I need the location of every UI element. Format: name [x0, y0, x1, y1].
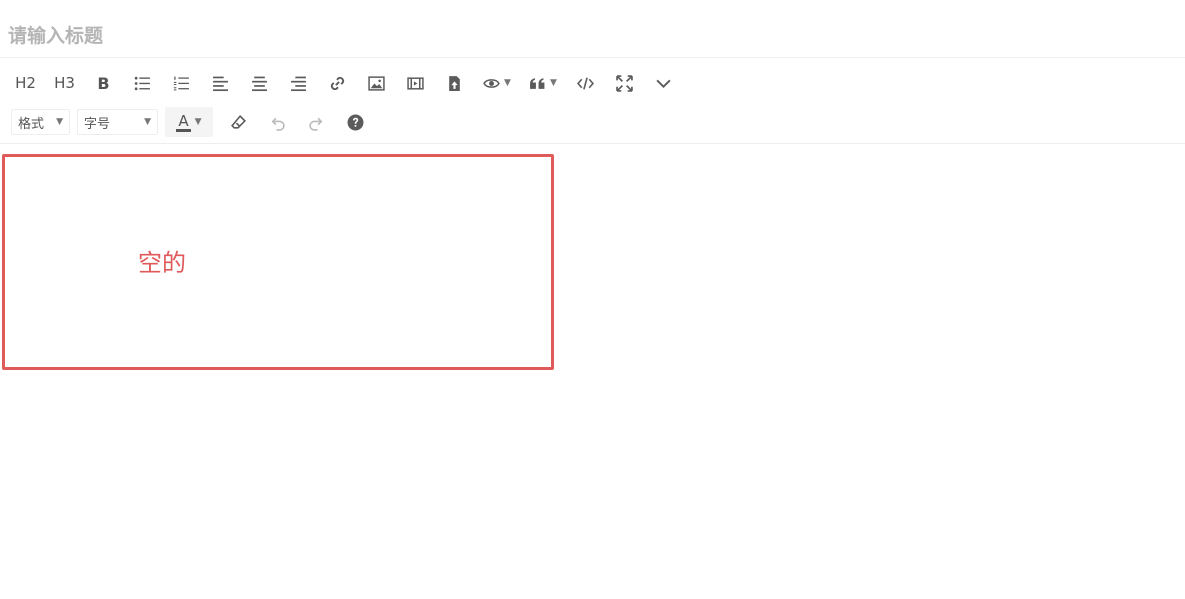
align-center-button[interactable] [240, 68, 279, 98]
fullscreen-icon [616, 74, 633, 92]
title-input[interactable] [8, 20, 708, 52]
eraser-icon [231, 114, 247, 129]
format-select[interactable]: 格式 ▼ [11, 109, 70, 135]
empty-annotation: 空的 [138, 249, 186, 277]
font-color-caret-icon: ▼ [194, 117, 202, 127]
bulleted-list-icon [134, 76, 150, 90]
video-button[interactable] [396, 68, 435, 98]
heading2-button[interactable]: H2 [6, 68, 45, 98]
quote-icon [530, 77, 545, 89]
align-right-icon [291, 76, 306, 91]
image-button[interactable] [357, 68, 396, 98]
align-right-button[interactable] [279, 68, 318, 98]
redo-button[interactable] [297, 107, 336, 137]
font-size-select-label: 字号 [84, 116, 111, 132]
preview-caret-icon: ▼ [504, 78, 511, 88]
help-button[interactable] [336, 107, 375, 137]
toolbar-row-2: 格式 ▼ 字号 ▼ A ▼ [6, 105, 375, 139]
font-size-select[interactable]: 字号 ▼ [77, 109, 158, 135]
preview-button[interactable]: ▼ [474, 68, 520, 98]
editor-toolbar: H2 H3 B ▼ ▼ 格式 ▼ 字号 ▼ A ▼ [0, 60, 1185, 144]
toolbar-row-1: H2 H3 B ▼ ▼ [6, 66, 683, 100]
undo-button[interactable] [258, 107, 297, 137]
font-color-label: A [176, 111, 191, 132]
link-button[interactable] [318, 68, 357, 98]
quote-caret-icon: ▼ [550, 78, 557, 88]
eye-icon [483, 78, 500, 88]
heading3-button[interactable]: H3 [45, 68, 84, 98]
clear-format-button[interactable] [219, 107, 258, 137]
link-icon [330, 76, 345, 90]
bulleted-list-button[interactable] [123, 68, 162, 98]
file-upload-button[interactable] [435, 68, 474, 98]
heading2-label: H2 [15, 74, 36, 92]
bold-label: B [97, 73, 110, 93]
align-left-icon [213, 76, 228, 91]
code-button[interactable] [566, 68, 605, 98]
chevron-down-icon [656, 79, 671, 88]
bold-button[interactable]: B [84, 68, 123, 98]
format-select-label: 格式 [18, 116, 45, 132]
numbered-list-button[interactable] [162, 68, 201, 98]
help-icon [347, 114, 364, 130]
code-icon [577, 76, 594, 90]
image-icon [368, 75, 385, 91]
format-caret-icon: ▼ [56, 117, 63, 127]
heading3-label: H3 [54, 74, 75, 92]
redo-icon [309, 117, 323, 131]
undo-icon [271, 117, 285, 131]
editor-content-area[interactable]: 空的 [2, 154, 554, 370]
title-bar [0, 0, 1185, 58]
align-left-button[interactable] [201, 68, 240, 98]
font-size-caret-icon: ▼ [144, 117, 151, 127]
video-icon [407, 76, 424, 90]
more-button[interactable] [644, 68, 683, 98]
numbered-list-icon [173, 76, 189, 90]
align-center-icon [252, 76, 267, 91]
fullscreen-button[interactable] [605, 68, 644, 98]
font-color-button[interactable]: A ▼ [165, 107, 213, 137]
file-upload-icon [449, 75, 460, 91]
quote-button[interactable]: ▼ [520, 68, 566, 98]
